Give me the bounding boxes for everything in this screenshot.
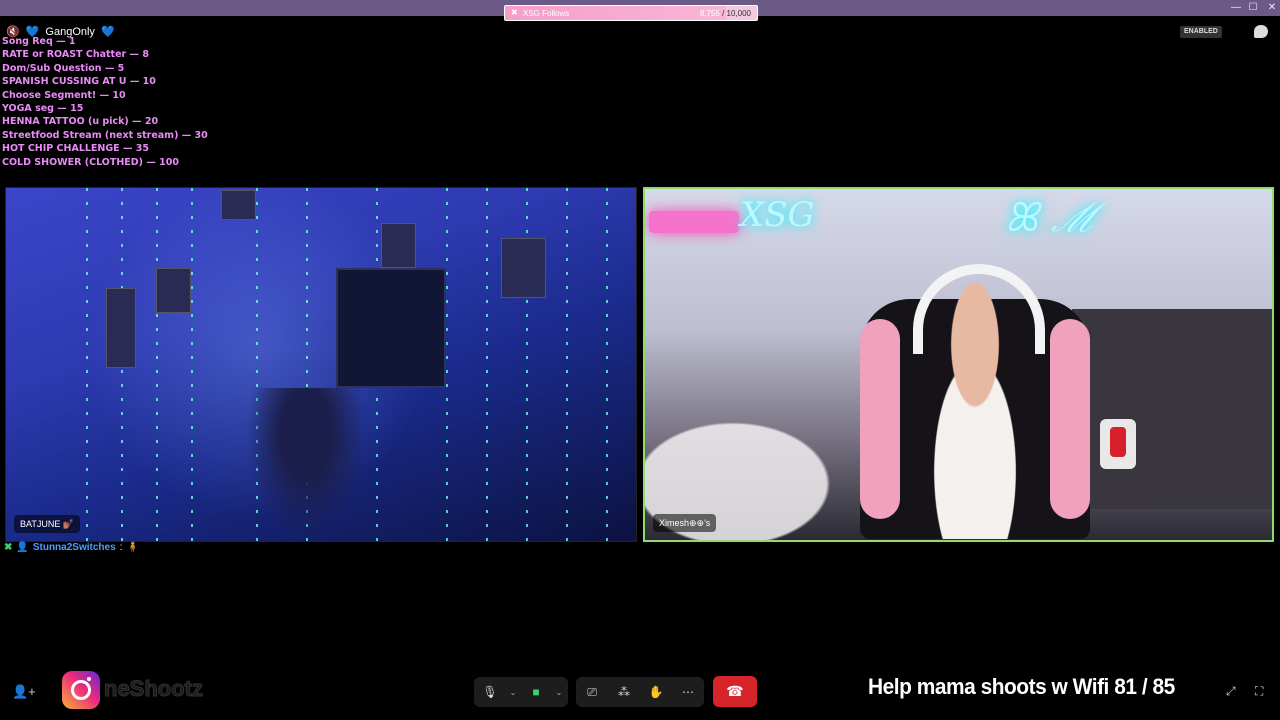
menu-item: RATE or ROAST Chatter — 8 <box>2 49 149 61</box>
video-tile-right[interactable]: XSG ꕤ ℳ Ximesh⊕⊕'s <box>643 187 1274 542</box>
more-button[interactable]: ⋯ <box>672 677 704 707</box>
follow-goal-current: 8,755 <box>699 9 720 18</box>
light-strand <box>566 188 568 541</box>
bed <box>1072 309 1272 509</box>
user-icon: 👤 <box>16 542 29 553</box>
instagram-handle: neShootz <box>104 676 204 702</box>
wall-poster <box>501 238 546 298</box>
light-strand <box>191 188 193 541</box>
light-strand <box>156 188 158 541</box>
menu-item: YOGA seg — 15 <box>2 103 84 115</box>
follow-goal-bar: ✖ XSG Follows 8,755 / 10,000 <box>504 5 758 21</box>
light-strand <box>86 188 88 541</box>
follow-goal-target: 10,000 <box>726 9 751 18</box>
goal-text: Help mama shoots w Wifi 81 / 85 <box>868 674 1175 699</box>
follow-goal-icon: ✖ <box>511 8 518 17</box>
camera-button[interactable]: ■ <box>520 677 552 707</box>
chat-separator: : <box>119 542 123 553</box>
badge-icon: ✖ <box>4 542 13 553</box>
neon-sign: XSG <box>740 195 815 235</box>
maximize-button[interactable]: ☐ <box>1246 2 1260 13</box>
participant-name-tag: BATJUNE 💅🏽 <box>14 515 81 533</box>
chevron-down-icon[interactable]: ⌄ <box>506 677 520 707</box>
menu-item: Dom/Sub Question — 5 <box>2 62 125 74</box>
menu-item: COLD SHOWER (CLOTHED) — 100 <box>2 156 179 168</box>
effects-button[interactable]: ✋ <box>640 677 672 707</box>
screen-share-button[interactable]: ⎚ <box>576 677 608 707</box>
minimize-button[interactable]: — <box>1229 2 1243 13</box>
menu-item: HOT CHIP CHALLENGE — 35 <box>2 143 149 155</box>
chat-bubble-icon[interactable] <box>1254 25 1268 38</box>
chevron-down-icon[interactable]: ⌄ <box>552 677 566 707</box>
microphone-button[interactable]: 🎙 <box>474 677 506 707</box>
hangup-button[interactable]: ☎ <box>713 676 757 707</box>
instagram-icon <box>62 671 100 709</box>
menu-item: Choose Segment! — 10 <box>2 89 126 101</box>
av-controls: 🎙 ⌄ ■ ⌄ <box>474 677 568 707</box>
add-user-icon[interactable]: 👤+ <box>12 684 36 700</box>
chat-message: ✖ 👤 Stunna2Switches : 🧍 <box>4 542 139 553</box>
menu-item: HENNA TATTOO (u pick) — 20 <box>2 116 159 128</box>
menu-item: Streetfood Stream (next stream) — 30 <box>2 129 208 141</box>
menu-item: Song Req — 1 <box>2 36 76 47</box>
neon-sign: ꕤ ℳ <box>1005 195 1099 241</box>
video-tile-left[interactable]: BATJUNE 💅🏽 <box>5 187 637 542</box>
person <box>246 388 366 538</box>
follow-goal-count: 8,755 / 10,000 <box>699 9 751 18</box>
call-tools: ⎚ ⁂ ✋ ⋯ <box>576 677 704 707</box>
light-strand <box>606 188 608 541</box>
chat-username[interactable]: Stunna2Switches <box>33 542 116 553</box>
redeem-menu: Song Req — 1 RATE or ROAST Chatter — 8 D… <box>2 35 208 169</box>
close-button[interactable]: ✕ <box>1265 2 1279 13</box>
fullscreen-icon[interactable]: ⛶ <box>1255 684 1263 699</box>
expand-icon[interactable]: ⤢ <box>1226 684 1236 699</box>
wall-poster <box>106 288 136 368</box>
shelf <box>336 268 446 388</box>
follow-goal-label: XSG Follows <box>523 9 570 18</box>
participant-name-tag: Ximesh⊕⊕'s <box>653 514 717 532</box>
gaming-chair-side <box>1050 319 1090 519</box>
menu-item: SPANISH CUSSING AT U — 10 <box>2 76 156 88</box>
enabled-badge[interactable]: ENABLED <box>1180 26 1222 38</box>
neon-sign-pink <box>649 211 739 233</box>
light-strand <box>446 188 448 541</box>
wall-poster <box>156 268 191 313</box>
wall-poster <box>381 223 416 268</box>
light-strand <box>486 188 488 541</box>
gaming-chair-side <box>860 319 900 519</box>
wall-poster <box>221 190 256 220</box>
emote-icon: 🧍 <box>126 542 139 553</box>
microphone <box>1100 419 1136 469</box>
grid-button[interactable]: ⁂ <box>608 677 640 707</box>
